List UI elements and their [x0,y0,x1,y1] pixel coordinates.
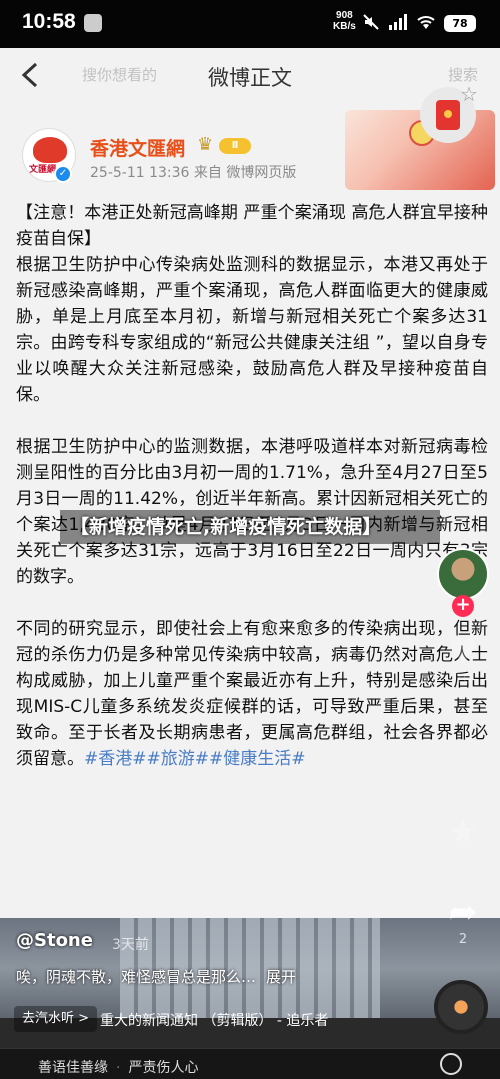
status-bar: 10:58 908 KB/s 78 [0,0,500,48]
paragraph-text: 不同的研究显示，即使社会上有愈来愈多的传染病出现，但新冠的杀伤力仍是多种常见传染… [16,619,488,769]
post-meta: 25-5-11 13:36 来自 微博网页版 [90,165,297,181]
music-disc-icon[interactable] [434,980,488,1034]
network-speed-value: 908 [336,10,353,21]
network-speed-unit: KB/s [333,21,356,32]
crown-icon: ♛ [197,134,214,155]
mute-icon [363,14,379,30]
wenweipo-logo [33,137,67,163]
weibo-post-screenshot: 搜你想看的 微博正文 搜索 文匯網 ✓ 香港文匯網 ♛ Ⅱ 25-5-11 13… [0,48,500,918]
follow-button[interactable]: + [452,595,474,617]
like-button[interactable]: ♥ 10 [438,632,488,687]
bottom-bar-text: 善语佳善缘 · 严责伤人心 [38,1057,198,1077]
video-time: 3天前 [112,937,149,953]
battery-icon: 78 [444,15,476,32]
expand-icon[interactable] [440,1053,462,1075]
bottom-bar[interactable]: 善语佳善缘 · 严责伤人心 [0,1048,500,1079]
vip-level-badge: Ⅱ [219,138,251,154]
post-content: 【注意！本港正处新冠高峰期 严重个案涌现 高危人群宜早接种疫苗自保】 根据卫生防… [16,200,488,772]
author-name: 香港文匯網 [90,138,186,160]
heart-icon: ♥ [447,632,479,672]
music-app-chip[interactable]: 去汽水听 > [14,1006,98,1032]
share-button[interactable]: ➦ 2 [438,892,488,947]
creator-avatar[interactable] [437,548,489,600]
description-text: 唉，阴魂不散，难怪感冒总是那么… [16,968,257,986]
share-count: 2 [458,932,468,947]
clock: 10:58 [22,10,76,33]
paragraph: 【注意！本港正处新冠高峰期 严重个案涌现 高危人群宜早接种疫苗自保】 根据卫生防… [16,203,488,405]
favorite-star-icon[interactable]: ☆ [460,82,478,106]
network-speed: 908 KB/s [333,10,356,32]
bottom-bar-left: 善语佳善缘 [38,1060,108,1076]
separator: · [116,1060,121,1076]
favorite-button[interactable]: ★ [438,812,488,852]
app-notification-icon [84,14,102,32]
like-count: 10 [454,672,472,687]
paragraph: 不同的研究显示，即使社会上有愈来愈多的传染病出现，但新冠的杀伤力仍是多种常见传染… [16,616,488,772]
status-icons [362,13,436,31]
share-arrow-icon: ➦ [448,892,478,932]
bottom-bar-right: 严责伤人心 [128,1060,199,1076]
video-description: 唉，阴魂不散，难怪感冒总是那么… 展开 [16,966,296,987]
verified-badge-icon: ✓ [54,165,72,183]
bookmark-star-icon: ★ [447,812,479,852]
signal-icon [389,14,407,30]
expand-link[interactable]: 展开 [266,968,296,986]
wifi-icon [417,16,435,29]
video-overlay-title: 【新增疫情死亡,新增疫情死亡数据】 [60,510,440,544]
hashtags: #香港##旅游##健康生活# [84,749,306,769]
weibo-title: 微博正文 [208,66,292,90]
video-author[interactable]: @Stone [16,930,93,951]
music-title[interactable]: 重大的新闻通知 （剪辑版） - 追乐者 [100,1010,328,1030]
avatar-logo-text: 文匯網 [29,165,57,175]
red-envelope-icon [436,100,460,130]
